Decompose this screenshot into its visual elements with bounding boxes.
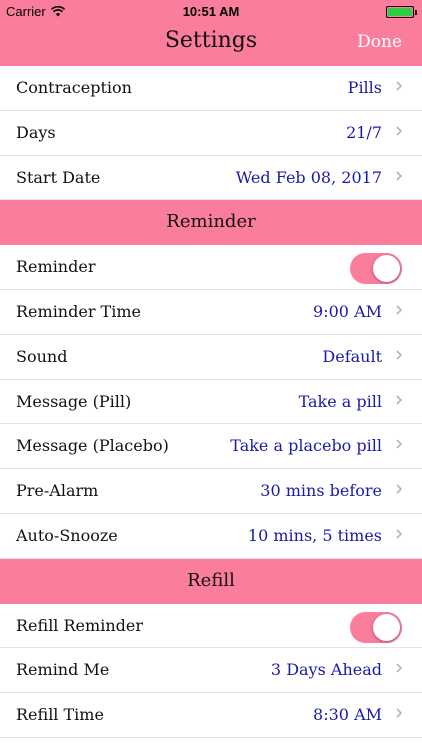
row-pre-alarm[interactable]: Pre-Alarm 30 mins before: [0, 469, 422, 514]
row-label: Days: [16, 122, 56, 142]
row-value: Take a placebo pill: [230, 436, 382, 456]
row-label: Message (Pill): [16, 391, 132, 411]
refill-reminder-switch[interactable]: [350, 611, 402, 643]
row-value: Wed Feb 08, 2017: [235, 167, 382, 187]
section-header-refill: Refill: [0, 558, 422, 604]
chevron-right-icon: [396, 484, 403, 494]
row-remind-me[interactable]: Remind Me 3 Days Ahead: [0, 648, 422, 694]
row-message-pill[interactable]: Message (Pill) Take a pill: [0, 379, 422, 425]
row-days[interactable]: Days 21/7: [0, 110, 422, 156]
row-value: 10 mins, 5 times: [247, 525, 382, 545]
row-value: 21/7: [346, 122, 382, 142]
row-refill-time[interactable]: Refill Time 8:30 AM: [0, 693, 422, 738]
row-label: Remind Me: [16, 660, 110, 680]
chevron-right-icon: [396, 663, 403, 673]
row-label: Start Date: [16, 167, 101, 187]
done-button[interactable]: Done: [357, 32, 402, 52]
chevron-right-icon: [396, 171, 403, 181]
row-label: Pre-Alarm: [16, 481, 99, 501]
chevron-right-icon: [396, 439, 403, 449]
nav-bar: Settings Done: [0, 22, 422, 66]
battery-icon: [386, 6, 417, 18]
row-label: Refill Reminder: [16, 615, 143, 635]
row-value: 8:30 AM: [313, 705, 382, 725]
section-header-reminder: Reminder: [0, 200, 422, 246]
chevron-right-icon: [396, 395, 403, 405]
row-value: Take a pill: [298, 391, 382, 411]
row-label: Reminder: [16, 257, 96, 277]
chevron-right-icon: [396, 305, 403, 315]
row-label: Auto-Snooze: [16, 525, 118, 545]
row-label: Contraception: [16, 78, 132, 97]
settings-list: Contraception Pills Days 21/7 Start Date…: [0, 66, 422, 738]
row-label: Refill Time: [16, 705, 104, 725]
row-value: 30 mins before: [260, 481, 382, 501]
row-value: Default: [322, 346, 382, 366]
row-reminder-toggle: Reminder: [0, 245, 422, 290]
row-start-date[interactable]: Start Date Wed Feb 08, 2017: [0, 155, 422, 201]
row-contraception[interactable]: Contraception Pills: [0, 66, 422, 111]
row-value: 3 Days Ahead: [270, 660, 382, 680]
reminder-switch[interactable]: [350, 253, 402, 285]
row-reminder-time[interactable]: Reminder Time 9:00 AM: [0, 289, 422, 335]
chevron-right-icon: [396, 708, 403, 718]
row-label: Reminder Time: [16, 301, 141, 321]
row-value: 9:00 AM: [313, 301, 382, 321]
chevron-right-icon: [396, 350, 403, 360]
chevron-right-icon: [396, 81, 403, 91]
status-bar: Carrier 10:51 AM: [0, 0, 422, 22]
row-sound[interactable]: Sound Default: [0, 334, 422, 380]
row-refill-reminder-toggle: Refill Reminder: [0, 603, 422, 649]
row-auto-snooze[interactable]: Auto-Snooze 10 mins, 5 times: [0, 513, 422, 559]
chevron-right-icon: [396, 529, 403, 539]
row-value: Pills: [347, 78, 382, 97]
row-label: Sound: [16, 346, 68, 366]
row-message-placebo[interactable]: Message (Placebo) Take a placebo pill: [0, 424, 422, 470]
status-time: 10:51 AM: [182, 4, 240, 19]
chevron-right-icon: [396, 126, 403, 136]
row-label: Message (Placebo): [16, 436, 169, 456]
